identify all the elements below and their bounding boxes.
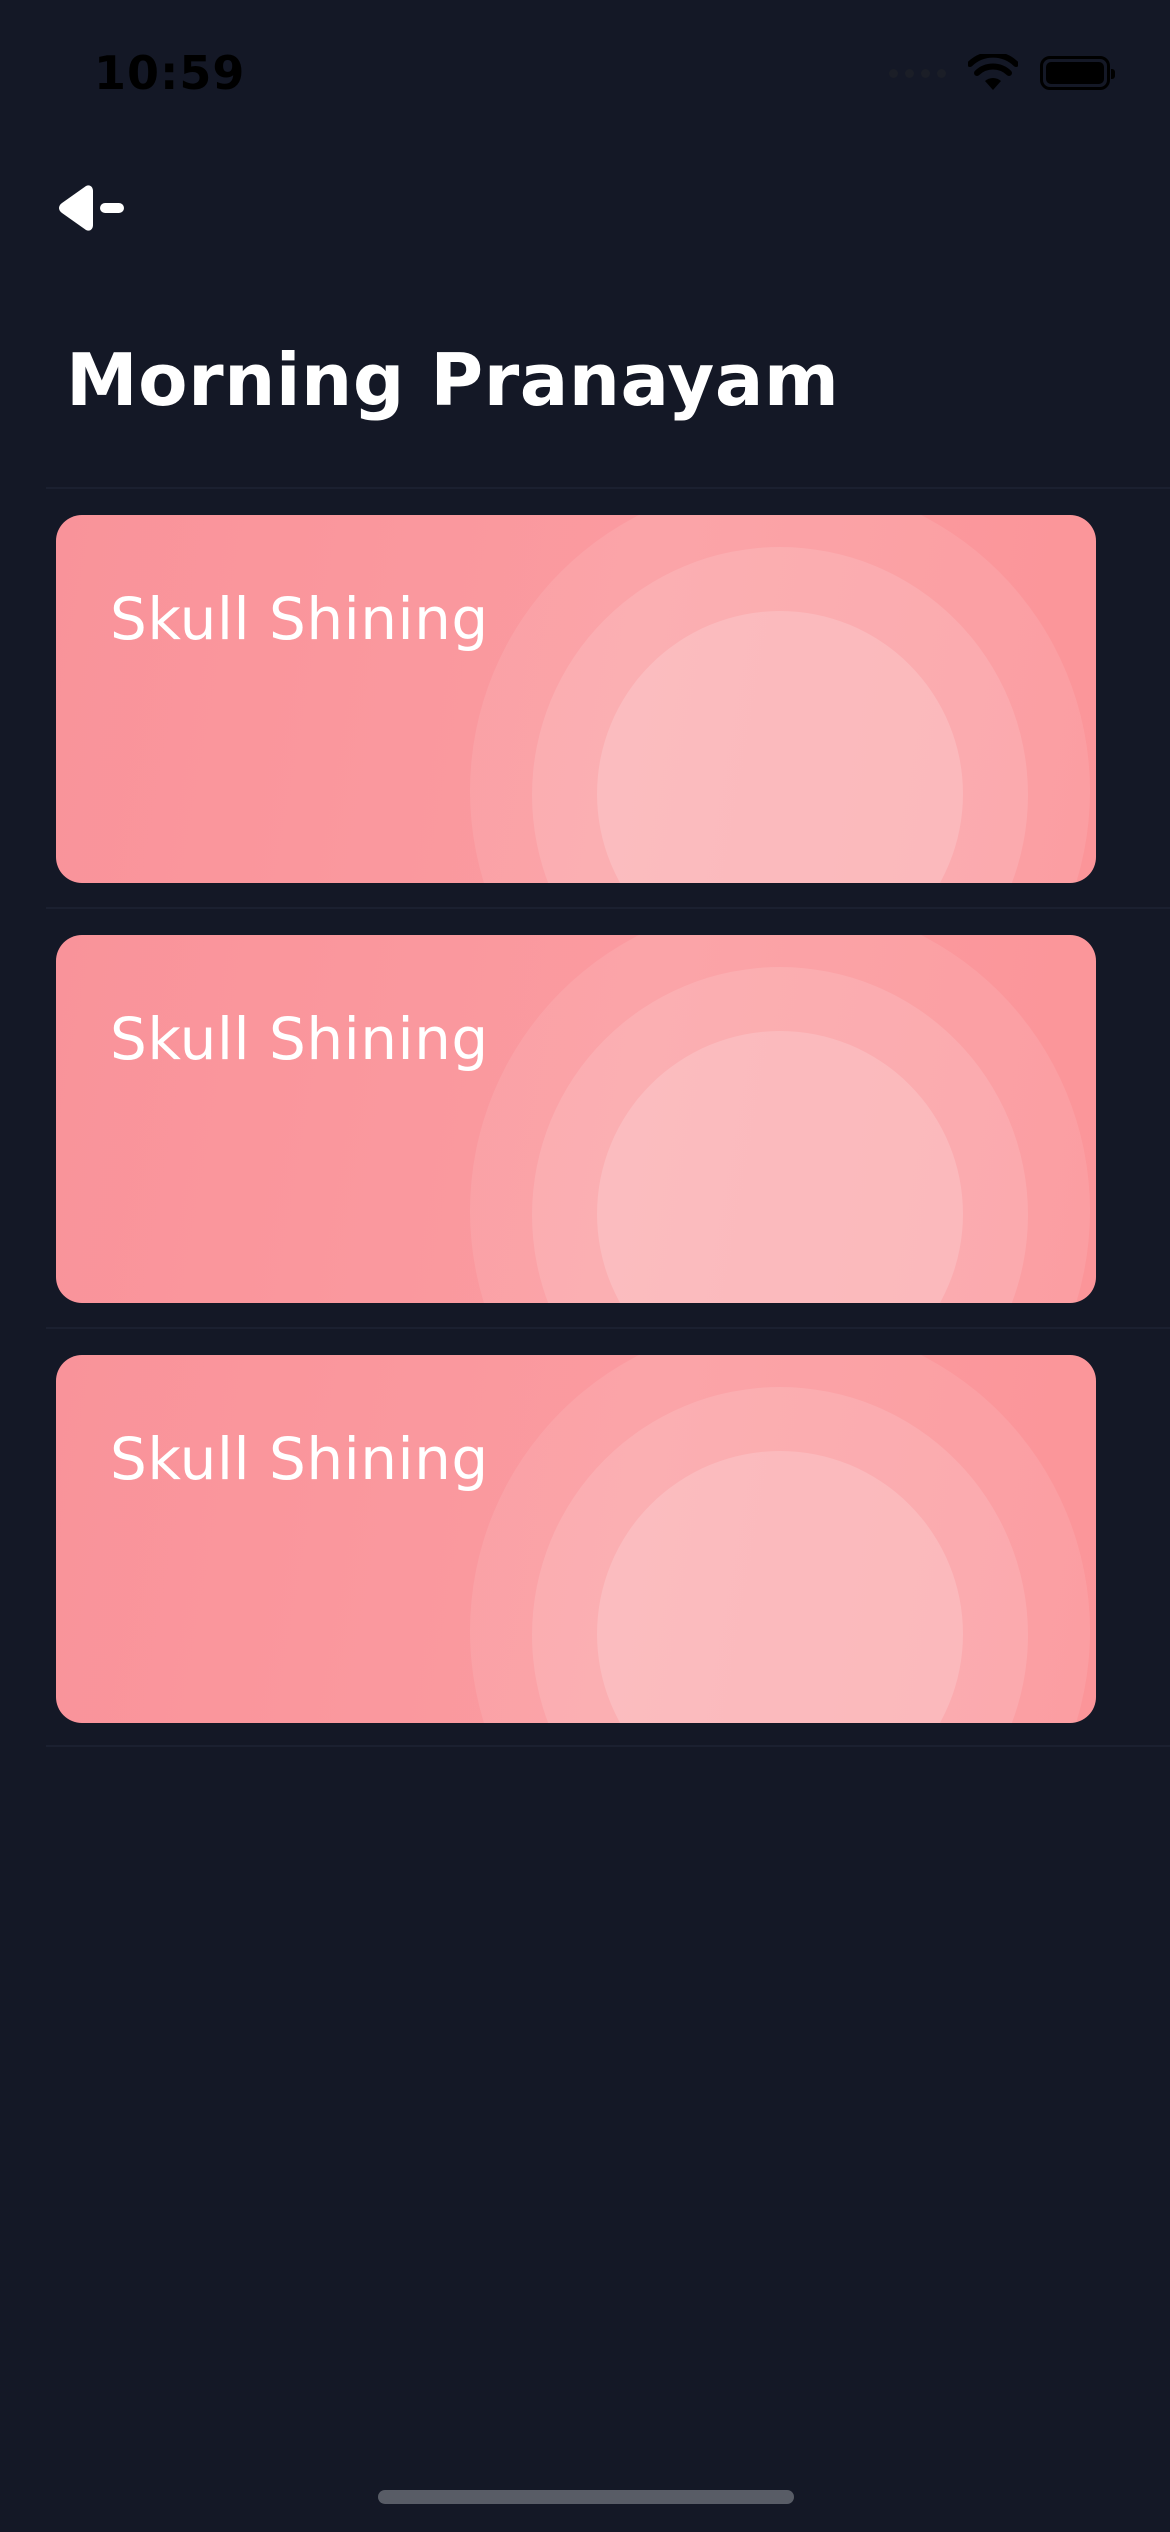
session-title: Skull Shining bbox=[110, 585, 489, 653]
session-card[interactable]: Skull Shining bbox=[56, 515, 1096, 883]
page-title: Morning Pranayam bbox=[66, 338, 840, 422]
status-time: 10:59 bbox=[94, 46, 246, 100]
home-indicator bbox=[378, 2490, 794, 2504]
session-title: Skull Shining bbox=[110, 1005, 489, 1073]
screen: 10:59 Morning Pranayam Skull Shining Sku… bbox=[0, 0, 1170, 2532]
list-item: Skull Shining bbox=[46, 1327, 1170, 1747]
back-button[interactable] bbox=[56, 178, 136, 238]
session-title: Skull Shining bbox=[110, 1425, 489, 1493]
status-icons bbox=[889, 54, 1115, 92]
session-card[interactable]: Skull Shining bbox=[56, 1355, 1096, 1723]
list-item: Skull Shining bbox=[46, 907, 1170, 1327]
list-item: Skull Shining bbox=[46, 487, 1170, 907]
back-arrow-icon bbox=[59, 185, 124, 231]
session-list: Skull Shining Skull Shining Skull Shinin… bbox=[46, 487, 1170, 1747]
cellular-signal-icon bbox=[889, 68, 946, 78]
session-card[interactable]: Skull Shining bbox=[56, 935, 1096, 1303]
wifi-icon bbox=[968, 54, 1018, 90]
battery-icon bbox=[1040, 56, 1115, 90]
